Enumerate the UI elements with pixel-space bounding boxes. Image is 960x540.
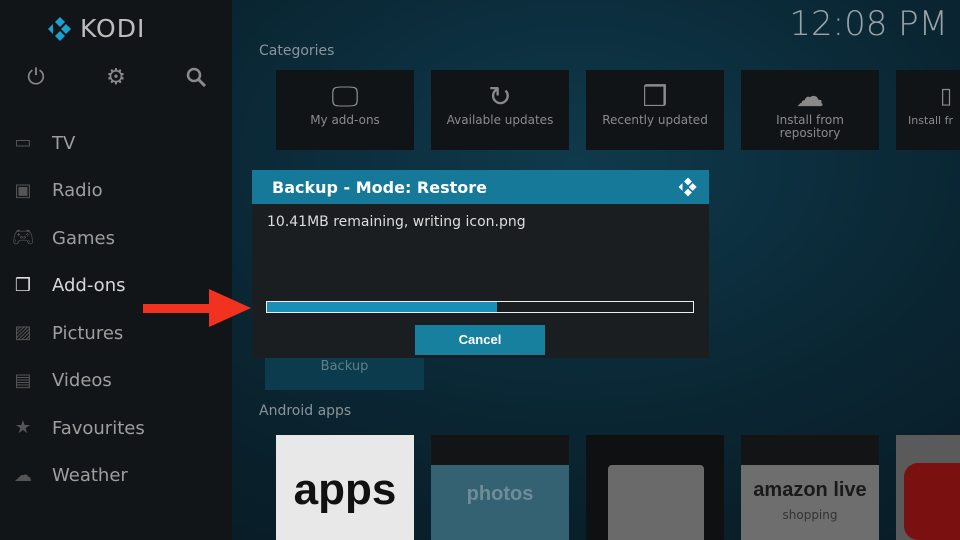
app-label: photos (431, 465, 569, 540)
dialog-message: 10.41MB remaining, writing icon.png (267, 214, 526, 230)
sidebar-item-videos[interactable]: ▤ Videos (0, 361, 232, 401)
kodi-logo-icon (678, 177, 697, 197)
weather-icon: ☁ (14, 464, 32, 486)
sidebar: KODI ⏻ ⚙ ▭ TV ▣ Radio 🎮︎ Games ❒ Add-ons ▨ Pictur… (0, 0, 232, 540)
picture-icon: ▨ (14, 322, 32, 343)
sidebar-item-games[interactable]: 🎮︎ Games (0, 218, 232, 258)
sidebar-item-label: Add-ons (52, 275, 126, 296)
power-icon[interactable]: ⏻ (24, 66, 48, 90)
cancel-button[interactable]: Cancel (415, 325, 545, 355)
sidebar-item-weather[interactable]: ☁ Weather (0, 456, 232, 496)
sidebar-item-label: Games (52, 227, 115, 249)
progress-bar (266, 301, 694, 313)
sidebar-item-label: TV (52, 132, 76, 154)
sidebar-item-label: Weather (52, 465, 128, 486)
category-label: Recently updated (602, 113, 708, 127)
sidebar-item-tv[interactable]: ▭ TV (0, 123, 232, 163)
app-tile-youtube[interactable] (896, 435, 960, 540)
category-tile[interactable]: ❒ Recently updated (586, 70, 724, 150)
category-tile[interactable]: ☁ Install from repository (741, 70, 879, 150)
category-tile[interactable]: ▯ Install fr (896, 70, 960, 150)
kodi-logo-icon (48, 16, 71, 41)
backup-dialog: Backup - Mode: Restore 10.41MB remaining… (252, 170, 709, 358)
gear-icon[interactable]: ⚙ (104, 66, 128, 90)
gamepad-icon: 🎮︎ (11, 227, 35, 248)
dialog-title: Backup - Mode: Restore (272, 177, 488, 197)
app-label: amazon live (753, 479, 867, 501)
monitor-box-icon: 🖵︎ (331, 80, 359, 113)
category-label: Install fr (908, 114, 954, 127)
progress-fill (267, 302, 498, 312)
category-tile[interactable]: ↻ Available updates (431, 70, 569, 150)
red-arrow-annotation (143, 289, 251, 327)
star-icon: ★ (14, 417, 32, 438)
zip-icon: ▯ (940, 84, 953, 109)
youtube-icon (904, 463, 960, 540)
refresh-icon: ↻ (488, 80, 512, 113)
app-label: apps (293, 465, 397, 514)
app-sublabel: shopping (782, 508, 838, 522)
app-tile-files[interactable] (586, 435, 724, 540)
app-tile-photos[interactable]: photos (431, 435, 569, 540)
sidebar-item-favourites[interactable]: ★ Favourites (0, 408, 232, 448)
open-box-icon: ❒ (642, 80, 668, 113)
category-tile[interactable]: 🖵︎ My add-ons (276, 70, 414, 150)
tv-icon: ▭ (14, 132, 32, 153)
app-name: KODI (80, 14, 146, 43)
sidebar-item-label: Favourites (52, 417, 145, 439)
categories-heading: Categories (259, 43, 335, 59)
sidebar-item-radio[interactable]: ▣ Radio (0, 171, 232, 211)
film-icon: ▤ (14, 369, 32, 391)
dialog-header: Backup - Mode: Restore (252, 170, 709, 204)
folder-icon (608, 465, 704, 540)
app-tile-apps[interactable]: apps (276, 435, 414, 540)
kodi-logo: KODI (46, 14, 145, 43)
sidebar-item-label: Pictures (52, 322, 124, 344)
sidebar-item-label: Radio (52, 180, 103, 201)
box-icon: ❒ (14, 274, 32, 296)
sidebar-item-label: Videos (52, 370, 112, 391)
app-tile-amazon-live[interactable]: amazon live shopping (741, 435, 879, 540)
radio-icon: ▣ (14, 179, 32, 201)
category-label: My add-ons (310, 113, 380, 127)
category-label: Install from repository (776, 113, 844, 140)
search-icon[interactable] (184, 66, 208, 90)
category-label: Available updates (446, 113, 554, 127)
android-apps-heading: Android apps (259, 403, 352, 419)
cloud-download-icon: ☁ (796, 80, 824, 113)
clock: 12:08 PM (789, 4, 948, 44)
